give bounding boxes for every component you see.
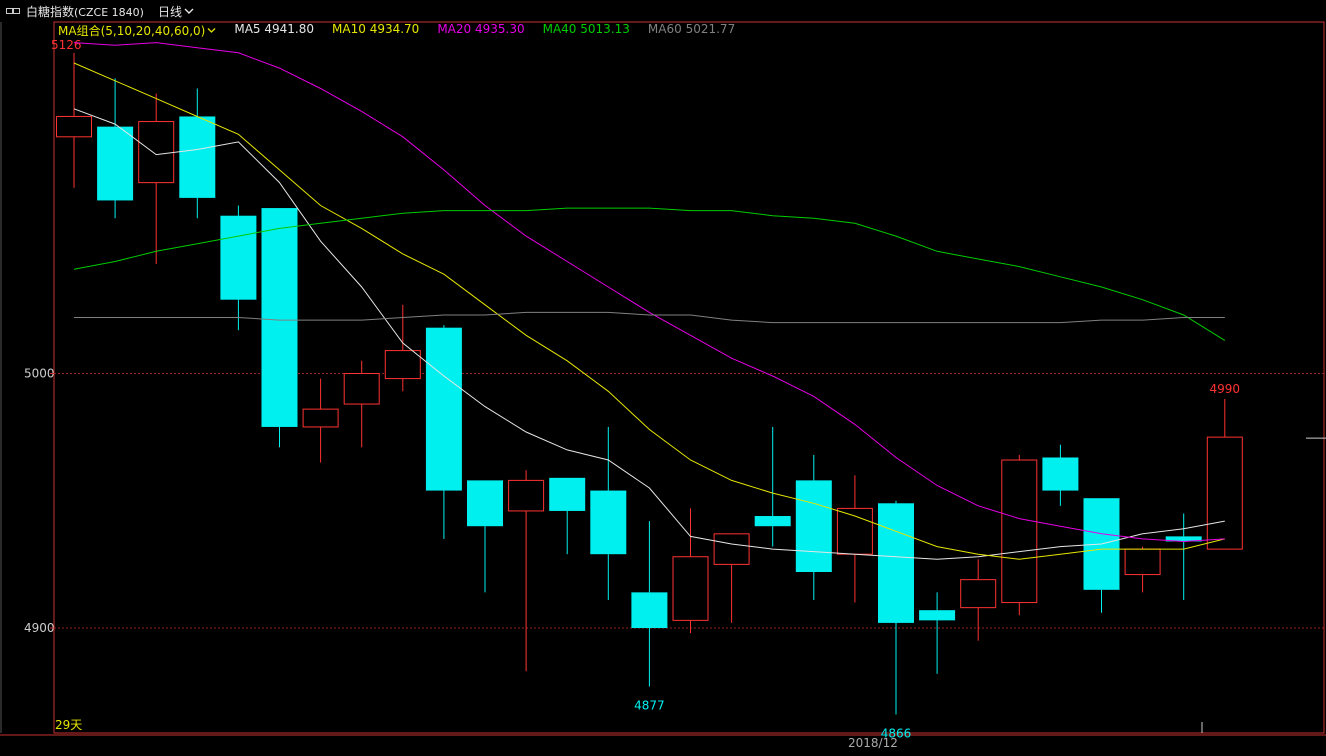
legend-ma40-value: 5013.13 — [580, 22, 630, 36]
candle-24-body[interactable] — [1042, 457, 1079, 491]
candle-8-body[interactable] — [384, 350, 421, 380]
candle-2-body[interactable] — [138, 121, 175, 184]
period-selector[interactable]: 日线 — [158, 3, 194, 20]
y-tick-label: 4900 — [24, 621, 55, 635]
legend-ma10-name: MA10 — [332, 22, 366, 36]
candle-7-body[interactable] — [343, 373, 380, 405]
legend-ma5-name: MA5 — [234, 22, 261, 36]
kline-chart[interactable]: 4900 5000 5126 4877 4866 4990 — [0, 0, 1326, 752]
candle-14-body[interactable] — [631, 592, 668, 628]
legend-ma40-name: MA40 — [542, 22, 577, 36]
chevron-down-icon — [207, 23, 216, 37]
date-axis-label: 2018/12 — [848, 736, 898, 750]
candle-21-body[interactable] — [919, 610, 956, 621]
legend-ma20-name: MA20 — [437, 22, 472, 36]
window-icon[interactable] — [6, 6, 20, 16]
candle-6-body[interactable] — [302, 408, 339, 428]
top-price-label: 5126 — [51, 38, 82, 52]
legend-ma5: MA5 4941.80 — [234, 22, 314, 38]
instrument-code: (CZCE 1840) — [74, 5, 144, 19]
instrument-title: 白糖指数 — [26, 4, 75, 19]
candle-22-body[interactable] — [960, 579, 997, 609]
legend-ma5-value: 4941.80 — [264, 22, 315, 36]
title-bar: 白糖指数(CZCE 1840) 日线 — [0, 0, 1326, 22]
legend-ma20: MA20 4935.30 — [437, 22, 524, 38]
candle-11-body[interactable] — [508, 479, 545, 512]
candle-0-body[interactable] — [56, 115, 92, 138]
candle-12-body[interactable] — [549, 477, 586, 511]
period-label: 日线 — [157, 4, 182, 19]
ma-legend: MA组合(5,10,20,40,60,0) MA5 4941.80 MA10 4… — [58, 22, 735, 38]
candle-18-body[interactable] — [795, 480, 832, 573]
candle-20-body[interactable] — [878, 503, 914, 623]
candle-1-body[interactable] — [97, 126, 134, 201]
candle-26-body[interactable] — [1124, 548, 1161, 576]
candle-16-body[interactable] — [713, 533, 750, 565]
legend-ma40: MA40 5013.13 — [543, 22, 630, 38]
ma-combo-selector[interactable]: MA组合(5,10,20,40,60,0) — [58, 22, 216, 38]
legend-ma10: MA10 4934.70 — [332, 22, 419, 38]
day-count: 29天 — [55, 718, 83, 732]
candle-15-body[interactable] — [672, 556, 709, 621]
candle-19-body[interactable] — [836, 507, 873, 555]
chevron-down-icon — [184, 4, 194, 18]
price-annotation-4877: 4877 — [634, 699, 665, 713]
legend-ma10-value: 4934.70 — [369, 22, 420, 36]
ma-combo-label: MA组合(5,10,20,40,60,0) — [58, 23, 206, 38]
y-tick-label: 5000 — [24, 367, 55, 381]
price-annotation-4990: 4990 — [1210, 382, 1241, 396]
candle-17-body[interactable] — [754, 516, 791, 527]
candle-9-body[interactable] — [425, 327, 462, 491]
legend-ma60-name: MA60 — [647, 22, 682, 36]
candle-3-body[interactable] — [179, 116, 216, 198]
ma-line-ma5 — [73, 108, 1225, 560]
instrument-name: 白糖指数(CZCE 1840) — [26, 3, 144, 20]
ma-line-ma60 — [74, 311, 1225, 324]
legend-ma60: MA60 5021.77 — [648, 22, 735, 38]
kline-svg: 490050005126487748664990 — [0, 21, 1326, 741]
plot-frame — [53, 21, 1325, 734]
candle-10-body[interactable] — [467, 480, 503, 527]
candle-28-body[interactable] — [1206, 436, 1243, 550]
legend-ma60-value: 5021.77 — [685, 22, 736, 36]
legend-ma20-value: 4935.30 — [474, 22, 525, 36]
candle-23-body[interactable] — [1001, 459, 1038, 604]
candle-13-body[interactable] — [590, 490, 627, 555]
candle-5-body[interactable] — [261, 208, 298, 427]
candle-4-body[interactable] — [220, 215, 257, 300]
